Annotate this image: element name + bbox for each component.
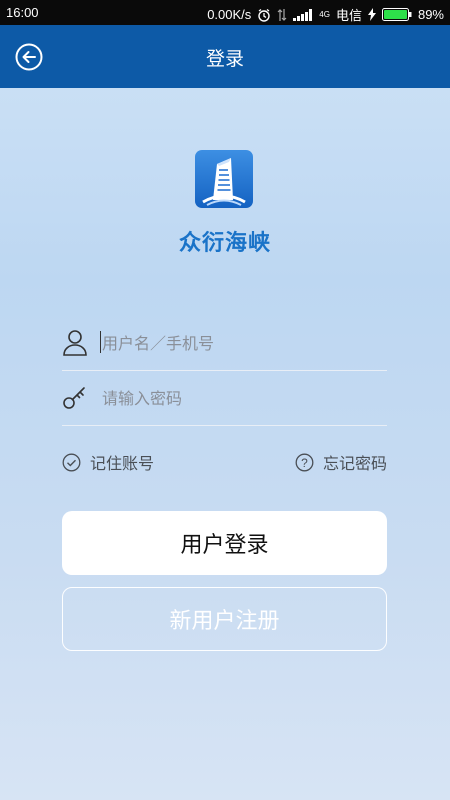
carrier-name: 电信 — [335, 8, 362, 23]
charging-icon — [367, 8, 376, 21]
status-indicators: 0.00K/s 4G 电信 89% — [207, 5, 444, 24]
login-button[interactable]: 用户登录 — [62, 511, 387, 575]
help-circle-icon: ? — [295, 453, 314, 471]
battery-percent: 89% — [417, 7, 444, 22]
username-field — [62, 315, 387, 371]
password-field — [62, 370, 387, 426]
building-icon — [202, 158, 246, 206]
network-speed: 0.00K/s — [207, 7, 252, 22]
app-logo — [195, 150, 253, 208]
remember-label: 记住账号 — [90, 454, 155, 473]
network-type: 4G — [319, 10, 330, 19]
check-circle-icon — [62, 453, 81, 471]
logo-text: 众衍海峡 — [178, 231, 271, 256]
user-icon — [62, 328, 88, 356]
remember-account-toggle[interactable]: 记住账号 — [62, 450, 154, 474]
battery-icon — [381, 8, 412, 21]
alarm-icon — [257, 8, 271, 22]
signal-icon — [293, 8, 313, 21]
forgot-password-link[interactable]: ? 忘记密码 — [295, 450, 387, 474]
username-input[interactable] — [100, 329, 384, 357]
svg-text:?: ? — [301, 456, 308, 470]
status-time: 16:00 — [6, 5, 39, 20]
page-title: 登录 — [205, 48, 244, 70]
key-icon — [62, 383, 88, 411]
status-bar: 16:00 0.00K/s 4G 电信 89% — [0, 0, 450, 25]
forgot-label: 忘记密码 — [322, 454, 387, 473]
register-button[interactable]: 新用户注册 — [62, 587, 387, 651]
app-header: 登录 — [0, 25, 450, 88]
password-input[interactable] — [100, 384, 384, 412]
data-transfer-icon — [277, 8, 287, 22]
